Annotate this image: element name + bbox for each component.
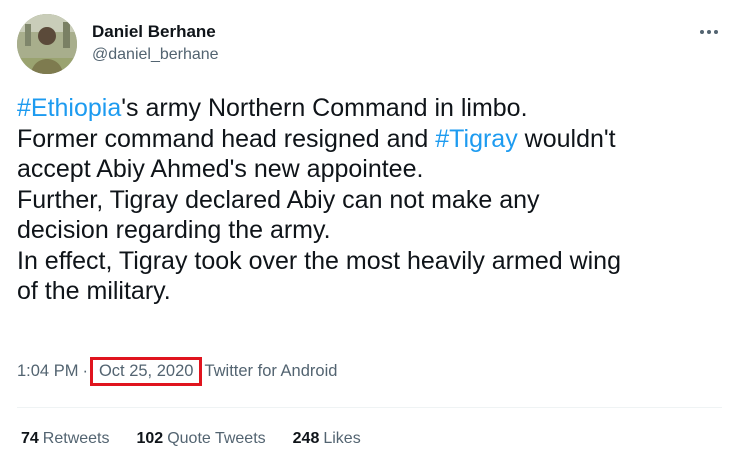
tweet-date-link[interactable]: Oct 25, 2020 <box>89 357 203 386</box>
likes-label: Likes <box>323 430 361 447</box>
tweet-meta: 1:04 PM · Oct 25, 2020 Twitter for Andro… <box>17 357 337 386</box>
author-display-name[interactable]: Daniel Berhane <box>92 22 219 42</box>
tweet-line-5: decision regarding the army. <box>17 216 331 244</box>
tweet-line-7: of the military. <box>17 277 171 305</box>
tweet-line-2: Former command head resigned and #Tigray… <box>17 124 729 155</box>
tweet-time-link[interactable]: 1:04 PM <box>17 362 78 381</box>
hashtag-tigray-link[interactable]: #Tigray <box>435 125 517 153</box>
tweet-text: #Ethiopia's army Northern Command in lim… <box>17 93 729 307</box>
likes-stat[interactable]: 248 Likes <box>293 430 361 448</box>
retweets-stat[interactable]: 74 Retweets <box>21 430 110 448</box>
quote-tweets-label: Quote Tweets <box>167 430 266 447</box>
tweet-source-link[interactable]: Twitter for Android <box>204 362 337 381</box>
quote-tweets-stat[interactable]: 102 Quote Tweets <box>137 430 266 448</box>
tweet-card: Daniel Berhane @daniel_berhane #Ethiopia… <box>0 0 739 461</box>
tweet-stats: 74 Retweets 102 Quote Tweets 248 Likes <box>21 430 388 448</box>
avatar[interactable] <box>17 14 77 74</box>
divider <box>17 407 722 408</box>
likes-count: 248 <box>292 430 320 447</box>
quote-tweets-count: 102 <box>136 430 164 447</box>
retweets-label: Retweets <box>42 430 110 447</box>
tweet-line-3: accept Abiy Ahmed's new appointee. <box>17 155 424 183</box>
hashtag-ethiopia-link[interactable]: #Ethiopia <box>17 94 121 122</box>
author-handle[interactable]: @daniel_berhane <box>92 45 219 65</box>
author-block: Daniel Berhane @daniel_berhane <box>92 22 219 65</box>
more-options-icon[interactable] <box>695 18 723 46</box>
tweet-text-segment: wouldn't <box>517 124 616 153</box>
retweets-count: 74 <box>21 430 39 447</box>
tweet-text-segment: 's army Northern Command in limbo. <box>121 94 528 122</box>
meta-separator: · <box>82 362 88 380</box>
tweet-line-1: #Ethiopia's army Northern Command in lim… <box>17 93 729 124</box>
tweet-text-segment: Former command head resigned and <box>17 124 436 153</box>
tweet-line-4: Further, Tigray declared Abiy can not ma… <box>17 185 540 214</box>
tweet-line-6: In effect, Tigray took over the most hea… <box>17 246 621 275</box>
